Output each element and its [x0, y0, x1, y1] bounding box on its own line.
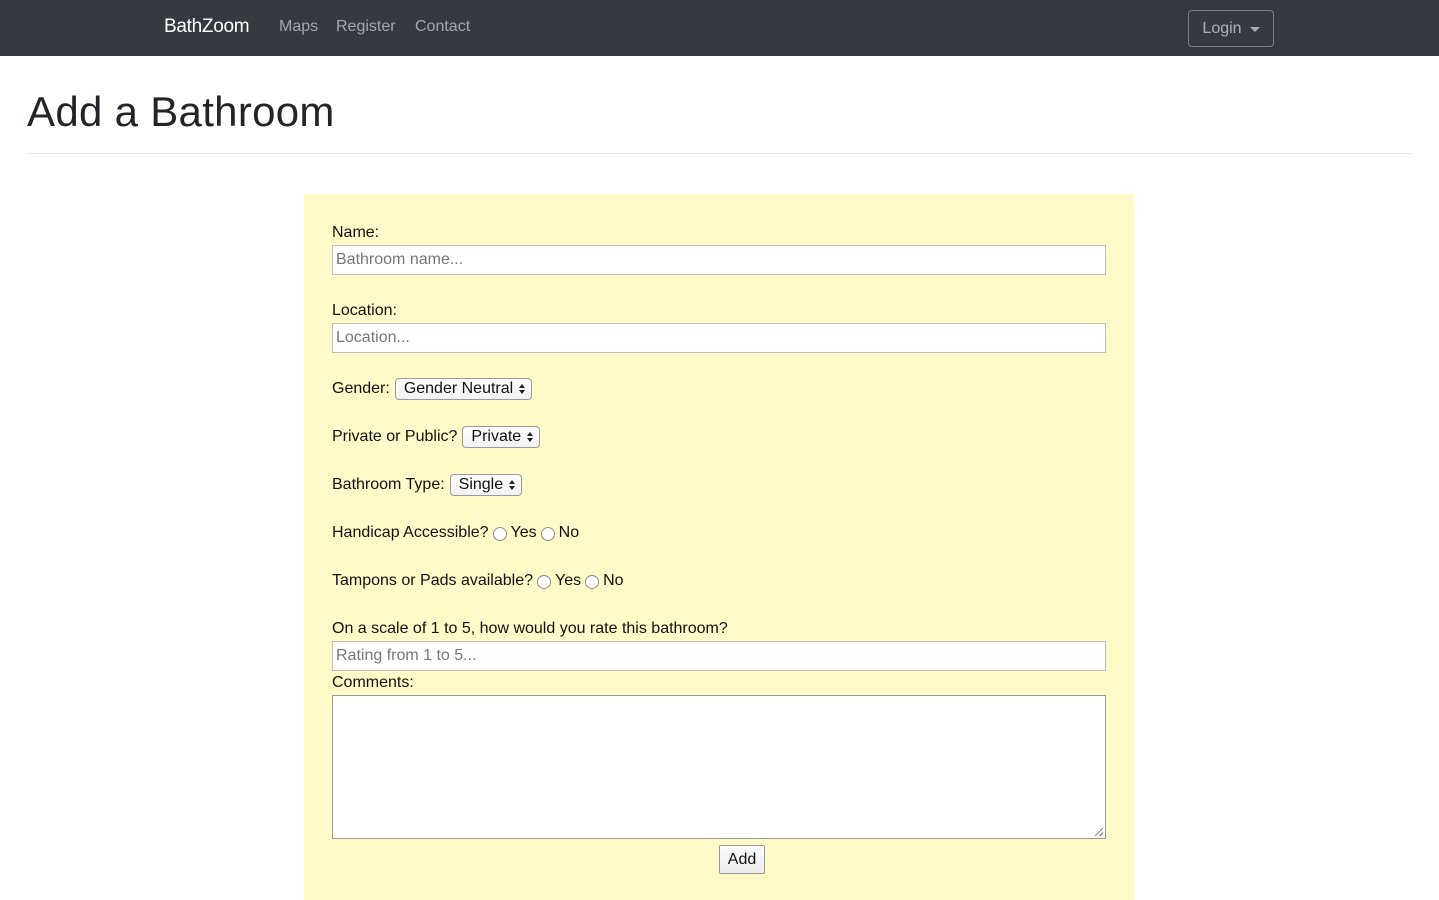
tampons-yes-label: Yes: [555, 572, 582, 589]
resize-grip-icon[interactable]: [1095, 828, 1103, 836]
page-title: Add a Bathroom: [27, 88, 335, 135]
top-navbar: BathZoom Maps Register Contact Login: [0, 0, 1439, 56]
name-input[interactable]: [332, 245, 1106, 275]
privacy-label: Private or Public?: [332, 428, 458, 445]
tampons-no-radio[interactable]: [585, 575, 600, 589]
handicap-no-label: No: [558, 524, 580, 541]
bathroom-type-label: Bathroom Type:: [332, 476, 445, 493]
handicap-row: Handicap Accessible? Yes No: [332, 524, 579, 542]
comments-label: Comments:: [332, 674, 414, 691]
privacy-row: Private or Public? Private: [332, 426, 541, 448]
tampons-label: Tampons or Pads available?: [332, 572, 534, 589]
select-arrows-icon: [509, 480, 516, 490]
gender-select[interactable]: Gender Neutral: [394, 378, 533, 400]
rating-input[interactable]: [332, 641, 1106, 671]
nav-link-register[interactable]: Register: [336, 18, 396, 36]
comments-textarea[interactable]: [332, 695, 1106, 839]
caret-down-icon: [1249, 27, 1260, 32]
location-input[interactable]: [332, 323, 1106, 353]
tampons-yes-radio[interactable]: [537, 575, 552, 589]
privacy-selected-value: Private: [471, 428, 522, 445]
gender-label: Gender:: [332, 380, 390, 397]
gender-selected-value: Gender Neutral: [403, 380, 514, 397]
login-dropdown-button[interactable]: Login: [1188, 10, 1274, 47]
bathroom-type-selected-value: Single: [458, 476, 504, 493]
tampons-no-label: No: [603, 572, 624, 589]
select-arrows-icon: [527, 432, 534, 442]
privacy-select[interactable]: Private: [462, 426, 541, 448]
add-bathroom-form: Name: Location: Gender: Gender Neutral P…: [304, 194, 1134, 900]
title-divider: [27, 153, 1411, 154]
location-label: Location:: [332, 302, 397, 319]
rating-label: On a scale of 1 to 5, how would you rate…: [332, 620, 728, 637]
nav-link-maps[interactable]: Maps: [279, 18, 318, 36]
handicap-yes-label: Yes: [510, 524, 537, 541]
bathroom-type-select[interactable]: Single: [449, 474, 523, 496]
name-label: Name:: [332, 224, 380, 241]
tampons-row: Tampons or Pads available? Yes No: [332, 572, 624, 590]
nav-link-contact[interactable]: Contact: [415, 18, 470, 36]
gender-row: Gender: Gender Neutral: [332, 378, 533, 400]
login-label: Login: [1202, 19, 1242, 37]
add-button[interactable]: Add: [719, 845, 765, 874]
handicap-yes-radio[interactable]: [492, 527, 507, 541]
handicap-no-radio[interactable]: [540, 527, 555, 541]
bathroom-type-row: Bathroom Type: Single: [332, 474, 523, 496]
handicap-label: Handicap Accessible?: [332, 524, 489, 541]
select-arrows-icon: [519, 384, 526, 394]
brand-logo[interactable]: BathZoom: [164, 16, 250, 38]
